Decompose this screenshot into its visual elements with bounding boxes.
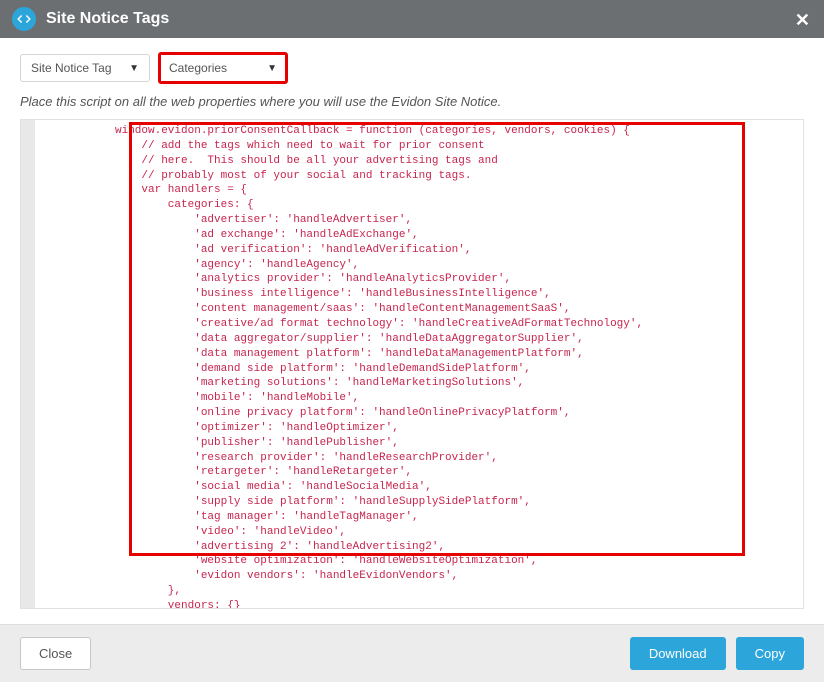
- code-gutter: [21, 120, 35, 608]
- code-line: window.evidon.priorConsentCallback = fun…: [35, 124, 787, 139]
- code-line: 'evidon vendors': 'handleEvidonVendors',: [35, 569, 787, 584]
- dialog-title: Site Notice Tags: [46, 10, 169, 28]
- code-line: 'research provider': 'handleResearchProv…: [35, 451, 787, 466]
- code-scroll[interactable]: window.evidon.priorConsentCallback = fun…: [35, 120, 787, 608]
- code-line: 'business intelligence': 'handleBusiness…: [35, 287, 787, 302]
- code-line: 'website optimization': 'handleWebsiteOp…: [35, 554, 787, 569]
- dialog-header: Site Notice Tags ✕: [0, 0, 824, 38]
- code-block: window.evidon.priorConsentCallback = fun…: [35, 120, 787, 608]
- code-line: // probably most of your social and trac…: [35, 169, 787, 184]
- toolbar: Site Notice Tag ▼ Categories ▼: [0, 38, 824, 94]
- code-line: 'optimizer': 'handleOptimizer',: [35, 421, 787, 436]
- categories-select[interactable]: Categories ▼: [158, 52, 288, 84]
- instruction-text: Place this script on all the web propert…: [0, 94, 824, 119]
- code-line: 'social media': 'handleSocialMedia',: [35, 480, 787, 495]
- code-line: 'tag manager': 'handleTagManager',: [35, 510, 787, 525]
- code-line: 'video': 'handleVideo',: [35, 525, 787, 540]
- code-line: 'content management/saas': 'handleConten…: [35, 302, 787, 317]
- code-line: categories: {: [35, 198, 787, 213]
- code-line: 'retargeter': 'handleRetargeter',: [35, 465, 787, 480]
- code-line: },: [35, 584, 787, 599]
- code-line: 'advertiser': 'handleAdvertiser',: [35, 213, 787, 228]
- code-line: 'online privacy platform': 'handleOnline…: [35, 406, 787, 421]
- code-line: 'advertising 2': 'handleAdvertising2',: [35, 540, 787, 555]
- site-notice-tag-select[interactable]: Site Notice Tag ▼: [20, 54, 150, 82]
- code-line: 'mobile': 'handleMobile',: [35, 391, 787, 406]
- download-button[interactable]: Download: [630, 637, 726, 670]
- close-button[interactable]: Close: [20, 637, 91, 670]
- code-line: 'demand side platform': 'handleDemandSid…: [35, 362, 787, 377]
- code-line: 'publisher': 'handlePublisher',: [35, 436, 787, 451]
- caret-down-icon: ▼: [267, 63, 277, 74]
- code-container: window.evidon.priorConsentCallback = fun…: [20, 119, 804, 609]
- code-line: var handlers = {: [35, 183, 787, 198]
- code-line: 'ad exchange': 'handleAdExchange',: [35, 228, 787, 243]
- code-line: 'data management platform': 'handleDataM…: [35, 347, 787, 362]
- code-line: 'data aggregator/supplier': 'handleDataA…: [35, 332, 787, 347]
- dialog-footer: Close Download Copy: [0, 624, 824, 682]
- code-line: 'supply side platform': 'handleSupplySid…: [35, 495, 787, 510]
- caret-down-icon: ▼: [129, 63, 139, 74]
- copy-button[interactable]: Copy: [736, 637, 804, 670]
- select-label: Site Notice Tag: [31, 61, 112, 75]
- code-line: 'creative/ad format technology': 'handle…: [35, 317, 787, 332]
- code-line: // add the tags which need to wait for p…: [35, 139, 787, 154]
- code-line: 'ad verification': 'handleAdVerification…: [35, 243, 787, 258]
- code-line: 'marketing solutions': 'handleMarketingS…: [35, 376, 787, 391]
- code-line: 'agency': 'handleAgency',: [35, 258, 787, 273]
- select-label: Categories: [169, 61, 227, 75]
- code-line: // here. This should be all your adverti…: [35, 154, 787, 169]
- close-icon[interactable]: ✕: [795, 10, 810, 31]
- code-icon: [12, 7, 36, 31]
- code-line: vendors: {}: [35, 599, 787, 608]
- code-line: 'analytics provider': 'handleAnalyticsPr…: [35, 272, 787, 287]
